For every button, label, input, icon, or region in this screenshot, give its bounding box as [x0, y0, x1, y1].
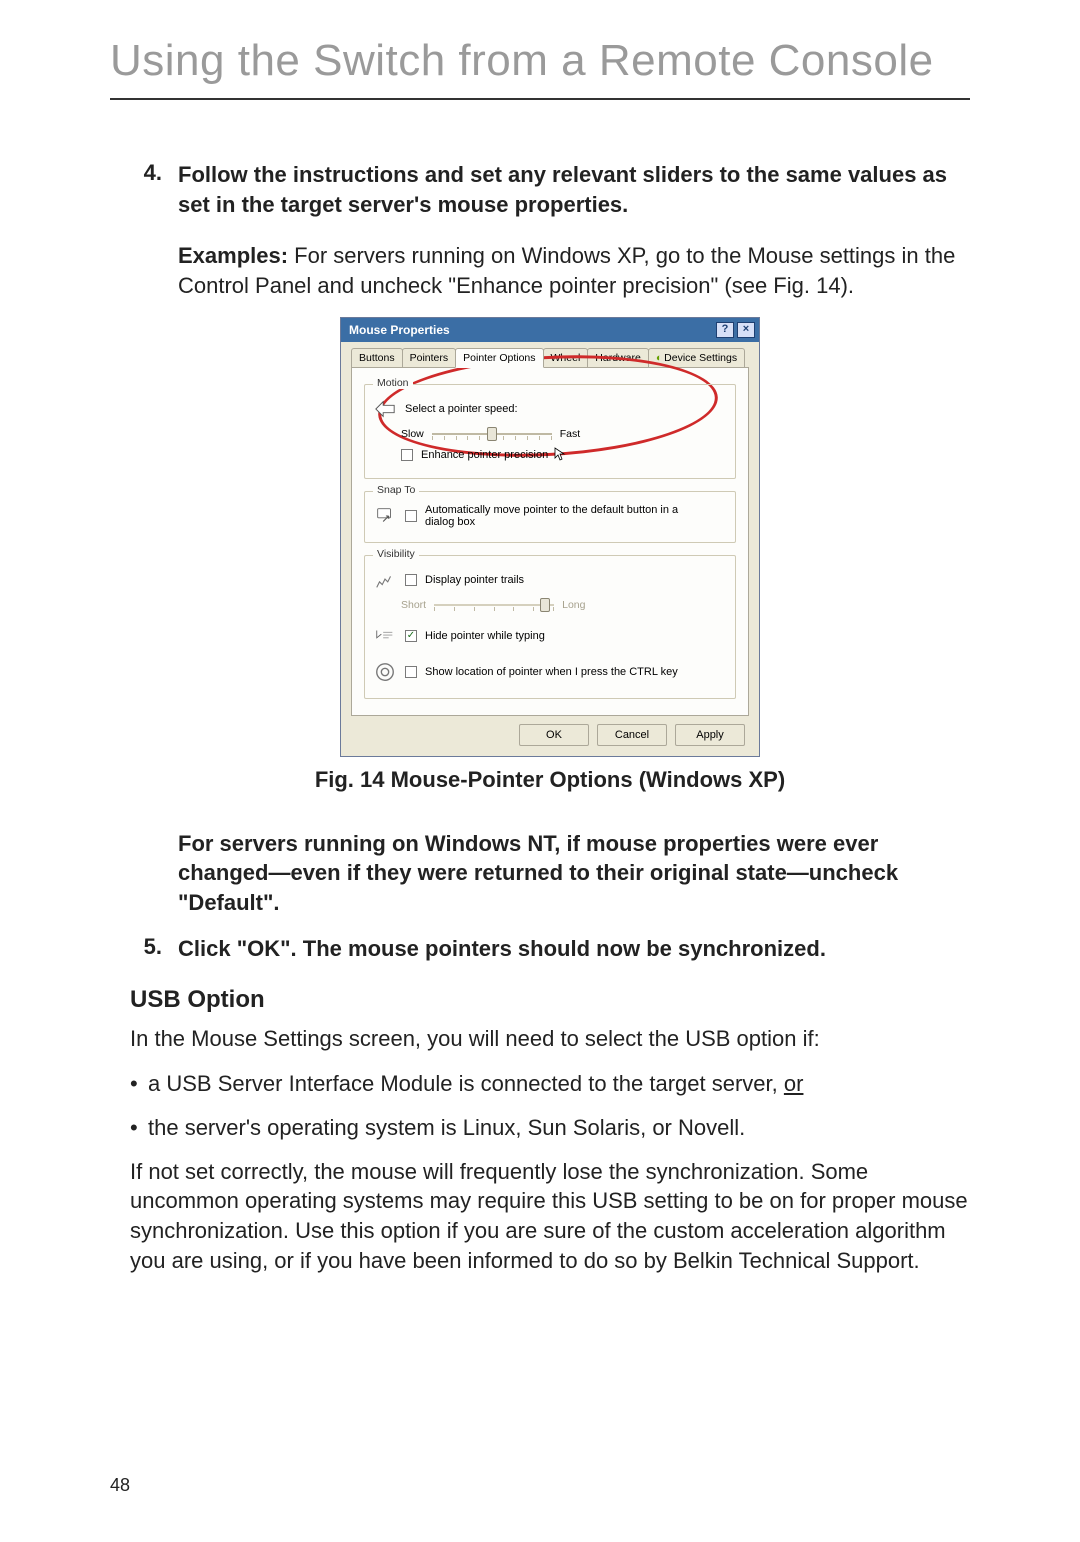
step-5: 5. Click "OK". The mouse pointers should… [130, 934, 970, 964]
tab-device-settings[interactable]: ◐Device Settings [648, 348, 745, 367]
pointer-trails-label: Display pointer trails [425, 574, 524, 586]
page-number: 48 [110, 1475, 130, 1496]
usb-bullet-list: • a USB Server Interface Module is conne… [130, 1069, 970, 1142]
tab-wheel[interactable]: Wheel [543, 348, 589, 367]
tab-pointer-options[interactable]: Pointer Options [455, 348, 543, 368]
usb-bullet-2-text: the server's operating system is Linux, … [148, 1113, 745, 1143]
figure-14-wrap: Mouse Properties ? × Buttons Pointers Po… [130, 317, 970, 757]
group-visibility-legend: Visibility [373, 548, 419, 560]
examples-paragraph: Examples: For servers running on Windows… [178, 241, 970, 300]
fast-label: Fast [560, 428, 580, 440]
motion-header-row: Select a pointer speed: [373, 397, 727, 421]
help-button[interactable]: ? [716, 322, 734, 338]
examples-text: For servers running on Windows XP, go to… [178, 243, 955, 298]
bullet-icon: • [130, 1113, 148, 1143]
tab-buttons[interactable]: Buttons [351, 348, 403, 367]
usb-detail-paragraph: If not set correctly, the mouse will fre… [130, 1157, 970, 1276]
pointer-speed-slider-row: Slow Fast [401, 427, 727, 441]
ctrl-locate-checkbox[interactable] [405, 666, 417, 678]
snap-row: Automatically move pointer to the defaul… [373, 504, 727, 528]
usb-bullet-1-text: a USB Server Interface Module is connect… [148, 1069, 803, 1099]
nt-note: For servers running on Windows NT, if mo… [178, 829, 970, 918]
usb-bullet-2: • the server's operating system is Linux… [130, 1113, 970, 1143]
enhance-precision-checkbox[interactable] [401, 449, 413, 461]
pointer-trails-icon [373, 568, 397, 592]
step-4: 4. Follow the instructions and set any r… [130, 160, 970, 219]
enhance-precision-row: Enhance pointer precision [401, 447, 727, 464]
tab-hardware[interactable]: Hardware [587, 348, 649, 367]
dialog-body: Buttons Pointers Pointer Options Wheel H… [341, 342, 759, 756]
pointer-speed-slider[interactable] [432, 427, 552, 441]
page-title: Using the Switch from a Remote Console [110, 0, 970, 98]
apply-button[interactable]: Apply [675, 724, 745, 746]
step-number: 4. [130, 160, 178, 219]
group-snap-to: Snap To Automatically move pointer to th… [364, 491, 736, 543]
tab-device-settings-label: Device Settings [664, 352, 737, 364]
ok-button[interactable]: OK [519, 724, 589, 746]
trails-slider-row: Short Long [401, 598, 727, 612]
enhance-precision-label: Enhance pointer precision [421, 449, 548, 461]
close-button[interactable]: × [737, 322, 755, 338]
ctrl-locate-row: Show location of pointer when I press th… [373, 660, 727, 684]
snap-to-icon [373, 504, 397, 528]
group-motion: Motion Select a pointer speed: Slow [364, 384, 736, 479]
title-underline [110, 98, 970, 100]
tab-panel: Motion Select a pointer speed: Slow [351, 367, 749, 716]
pointer-trails-checkbox[interactable] [405, 574, 417, 586]
usb-b1-or: or [784, 1071, 804, 1096]
group-motion-legend: Motion [373, 377, 413, 389]
step-number: 5. [130, 934, 178, 964]
snap-to-label: Automatically move pointer to the defaul… [425, 504, 705, 528]
hide-pointer-label: Hide pointer while typing [425, 630, 545, 642]
pointer-speed-label: Select a pointer speed: [405, 403, 518, 415]
page: Using the Switch from a Remote Console 4… [0, 0, 1080, 1542]
step-4-text: Follow the instructions and set any rele… [178, 160, 970, 219]
group-visibility: Visibility Display pointer trails Short [364, 555, 736, 699]
dialog-title-text: Mouse Properties [349, 323, 450, 337]
tab-pointers[interactable]: Pointers [402, 348, 457, 367]
device-settings-icon: ◐ [656, 352, 662, 364]
examples-label: Examples: [178, 243, 288, 268]
cancel-button[interactable]: Cancel [597, 724, 667, 746]
pointer-speed-icon [373, 397, 397, 421]
ctrl-locate-icon [373, 660, 397, 684]
mouse-properties-dialog: Mouse Properties ? × Buttons Pointers Po… [340, 317, 760, 757]
content: 4. Follow the instructions and set any r… [110, 160, 970, 1275]
hide-pointer-row: ✓ Hide pointer while typing [373, 624, 727, 648]
hide-pointer-icon [373, 624, 397, 648]
long-label: Long [562, 599, 585, 611]
cursor-icon [554, 447, 566, 464]
trails-row: Display pointer trails [373, 568, 727, 592]
group-snap-legend: Snap To [373, 484, 419, 496]
snap-to-checkbox[interactable] [405, 510, 417, 522]
figure-caption: Fig. 14 Mouse-Pointer Options (Windows X… [130, 767, 970, 793]
tab-strip: Buttons Pointers Pointer Options Wheel H… [351, 348, 749, 367]
usb-b1-pre: a USB Server Interface Module is connect… [148, 1071, 784, 1096]
usb-intro: In the Mouse Settings screen, you will n… [130, 1024, 970, 1054]
bullet-icon: • [130, 1069, 148, 1099]
dialog-action-row: OK Cancel Apply [351, 716, 749, 746]
step-5-text: Click "OK". The mouse pointers should no… [178, 934, 970, 964]
dialog-titlebar: Mouse Properties ? × [341, 318, 759, 342]
usb-bullet-1: • a USB Server Interface Module is conne… [130, 1069, 970, 1099]
ctrl-locate-label: Show location of pointer when I press th… [425, 666, 678, 678]
short-label: Short [401, 599, 426, 611]
trails-slider[interactable] [434, 598, 554, 612]
hide-pointer-checkbox[interactable]: ✓ [405, 630, 417, 642]
slow-label: Slow [401, 428, 424, 440]
usb-option-heading: USB Option [130, 986, 970, 1014]
